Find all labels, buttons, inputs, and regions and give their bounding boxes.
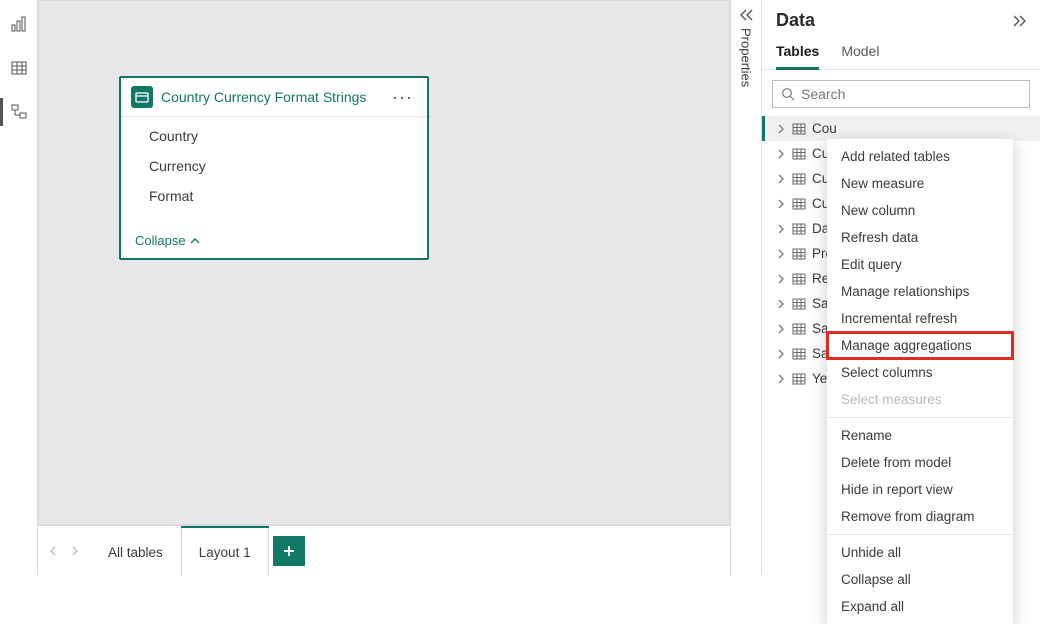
context-menu-item-incremental-refresh[interactable]: Incremental refresh [827,305,1013,332]
table-card-collapse-button[interactable]: Collapse [121,225,427,258]
properties-pane-label: Properties [739,28,754,87]
chevron-right-icon [776,224,786,234]
double-chevron-right-icon [1012,14,1028,28]
data-tab-tables[interactable]: Tables [776,43,819,70]
context-menu-item-select-measures: Select measures [827,386,1013,413]
search-input[interactable] [801,86,1021,102]
tabs-prev-button[interactable] [42,533,64,569]
table-icon [792,322,806,336]
data-view-nav[interactable] [0,54,38,82]
data-tab-model[interactable]: Model [841,43,879,69]
table-card-title: Country Currency Format Strings [161,89,380,105]
table-card-header[interactable]: Country Currency Format Strings ··· [121,78,427,117]
tab-all-tables[interactable]: All tables [90,526,181,576]
context-menu-item-unhide-all[interactable]: Unhide all [827,539,1013,566]
left-nav [0,0,38,575]
layout-tabs-bar: All tablesLayout 1 [38,525,730,575]
chevron-right-icon [776,349,786,359]
table-icon [792,297,806,311]
tab-layout-1[interactable]: Layout 1 [181,526,269,576]
context-menu-item-new-column[interactable]: New column [827,197,1013,224]
context-menu-item-collapse-all[interactable]: Collapse all [827,566,1013,593]
table-icon [792,197,806,211]
chevron-right-icon [776,274,786,284]
double-chevron-left-icon [738,8,754,22]
table-icon [792,122,806,136]
context-menu-separator [827,417,1013,418]
context-menu-item-rename[interactable]: Rename [827,422,1013,449]
context-menu-item-manage-relationships[interactable]: Manage relationships [827,278,1013,305]
model-icon [11,104,27,120]
tabs-next-button[interactable] [64,533,86,569]
add-layout-button[interactable] [273,536,305,566]
chevron-right-icon [70,546,80,556]
chevron-right-icon [776,199,786,209]
chevron-right-icon [776,324,786,334]
chevron-right-icon [776,249,786,259]
model-canvas[interactable]: Country Currency Format Strings ··· Coun… [38,0,730,525]
chevron-right-icon [776,124,786,134]
report-view-nav[interactable] [0,10,38,38]
data-search-box[interactable] [772,80,1030,108]
data-pane-title: Data [776,10,815,31]
table-icon [792,372,806,386]
table-icon [792,272,806,286]
table-card-fields: CountryCurrencyFormat [121,117,427,225]
chevron-left-icon [48,546,58,556]
table-icon [792,172,806,186]
table-icon [792,147,806,161]
table-field[interactable]: Format [121,181,427,211]
context-menu-item-edit-query[interactable]: Edit query [827,251,1013,278]
data-pane-tabs: Tables Model [762,35,1040,70]
table-field[interactable]: Country [121,121,427,151]
bar-chart-icon [11,16,27,32]
context-menu-item-expand-all[interactable]: Expand all [827,593,1013,620]
collapse-label: Collapse [135,233,186,248]
table-card-country-currency-format-strings[interactable]: Country Currency Format Strings ··· Coun… [119,76,429,260]
properties-pane-collapsed: Properties [730,0,762,575]
context-menu-item-remove-from-diagram[interactable]: Remove from diagram [827,503,1013,530]
table-icon [792,247,806,261]
table-icon [11,60,27,76]
context-menu-item-refresh-data[interactable]: Refresh data [827,224,1013,251]
data-pane-collapse-button[interactable] [1012,14,1028,28]
context-menu-separator [827,534,1013,535]
properties-expand-button[interactable] [738,8,754,22]
table-context-menu: Add related tablesNew measureNew columnR… [827,138,1013,624]
chevron-right-icon [776,149,786,159]
context-menu-item-manage-aggregations[interactable]: Manage aggregations [827,332,1013,359]
table-icon [792,222,806,236]
context-menu-item-add-related-tables[interactable]: Add related tables [827,143,1013,170]
context-menu-item-select-columns[interactable]: Select columns [827,359,1013,386]
chevron-right-icon [776,374,786,384]
chevron-right-icon [776,174,786,184]
plus-icon [282,544,296,558]
context-menu-item-new-measure[interactable]: New measure [827,170,1013,197]
table-field[interactable]: Currency [121,151,427,181]
table-card-more-button[interactable]: ··· [388,87,417,108]
chevron-right-icon [776,299,786,309]
table-name-label: Cou [812,121,837,136]
search-icon [781,87,795,101]
model-view-nav[interactable] [0,98,38,126]
table-icon [792,347,806,361]
context-menu-item-hide-in-report-view[interactable]: Hide in report view [827,476,1013,503]
table-header-icon [131,86,153,108]
context-menu-item-delete-from-model[interactable]: Delete from model [827,449,1013,476]
chevron-up-icon [190,236,200,246]
